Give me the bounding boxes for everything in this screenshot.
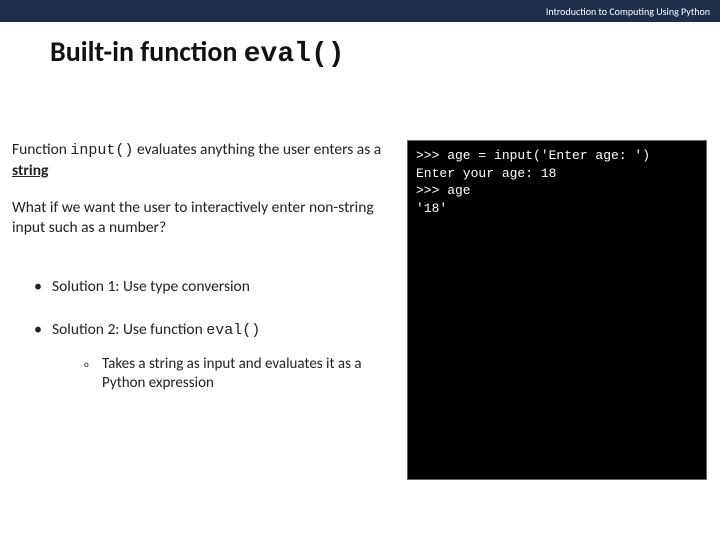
s2-text: Solution 2: Use function xyxy=(52,320,206,339)
p1-code: input() xyxy=(70,142,133,159)
content-area: Function input() evaluates anything the … xyxy=(0,140,720,480)
left-column: Function input() evaluates anything the … xyxy=(12,140,407,480)
title-prefix: Built-in function xyxy=(50,34,244,69)
paragraph-2: What if we want the user to interactivel… xyxy=(12,198,387,237)
right-column: >>> age = input('Enter age: ') Enter you… xyxy=(407,140,708,480)
p1-text-b: evaluates anything the user enters as a xyxy=(133,140,381,159)
p1-underline: string xyxy=(12,161,48,180)
solution-2: Solution 2: Use function eval() Takes a … xyxy=(34,320,387,392)
bullet-list: Solution 1: Use type conversion Solution… xyxy=(34,277,387,393)
code-line-4: '18' xyxy=(416,201,447,216)
paragraph-1: Function input() evaluates anything the … xyxy=(12,140,387,180)
slide-title: Built-in function eval() xyxy=(50,34,720,70)
code-line-2: Enter your age: 18 xyxy=(416,166,556,181)
code-box: >>> age = input('Enter age: ') Enter you… xyxy=(407,140,707,480)
course-title: Introduction to Computing Using Python xyxy=(546,5,710,18)
s2-code: eval() xyxy=(206,322,260,339)
p1-text-a: Function xyxy=(12,140,70,159)
title-code: eval() xyxy=(244,39,345,70)
code-line-3: >>> age xyxy=(416,183,471,198)
sub-bullet: Takes a string as input and evaluates it… xyxy=(84,355,374,393)
header-bar: Introduction to Computing Using Python xyxy=(0,0,720,22)
solution-1: Solution 1: Use type conversion xyxy=(34,277,387,296)
code-line-1: >>> age = input('Enter age: ') xyxy=(416,148,650,163)
